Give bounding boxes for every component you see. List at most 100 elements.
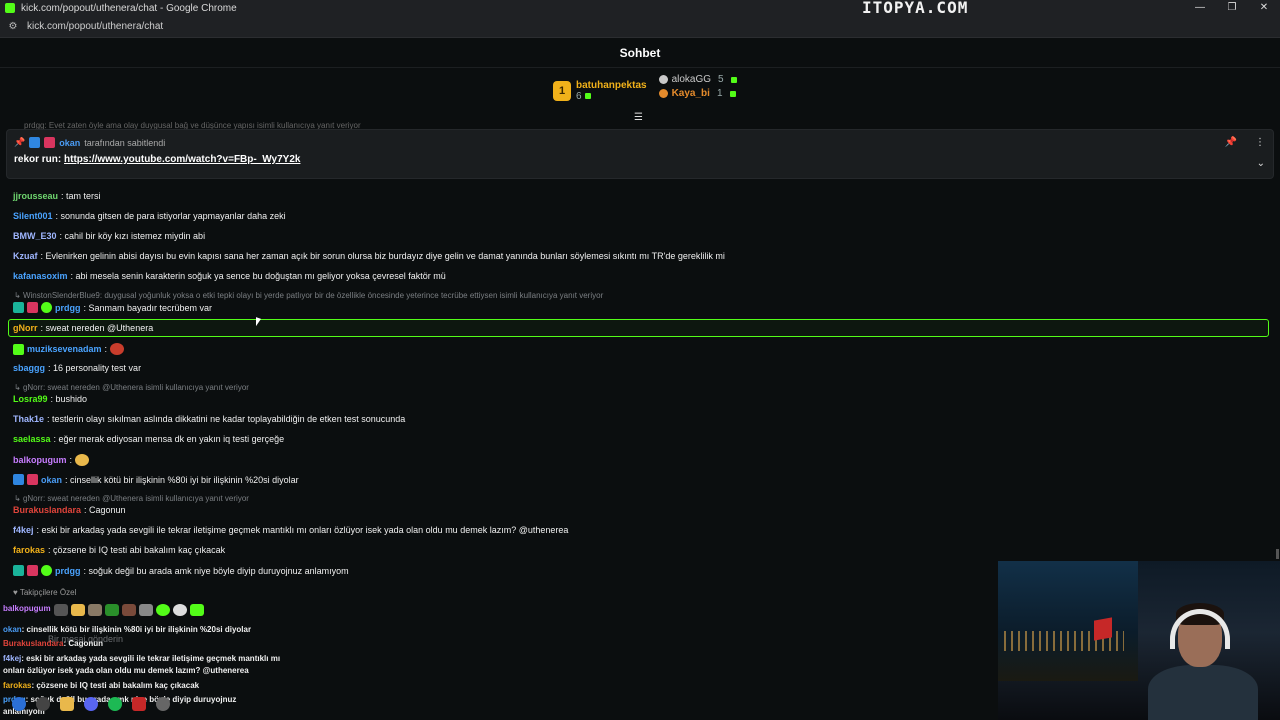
badge-icon bbox=[658, 75, 668, 84]
discord-icon[interactable] bbox=[84, 697, 98, 711]
emote-icon bbox=[138, 604, 153, 616]
chat-username[interactable]: Silent001 bbox=[13, 211, 53, 221]
chat-username[interactable]: Thak1e bbox=[13, 414, 44, 424]
chat-text: : 16 personality test var bbox=[48, 363, 142, 373]
sub-badge-icon bbox=[44, 137, 56, 148]
window-controls: — ❐ ✕ bbox=[1184, 0, 1280, 16]
app-icon[interactable] bbox=[12, 697, 26, 711]
chat-text: : eski bir arkadaş yada sevgili ile tekr… bbox=[36, 525, 569, 535]
chat-username[interactable]: prdgg bbox=[55, 303, 81, 313]
chat-text: : abi mesela senin karakterin soğuk ya s… bbox=[70, 271, 446, 281]
moderator-badge-icon bbox=[13, 474, 24, 485]
scrollbar[interactable] bbox=[1276, 549, 1279, 559]
more-vert-icon[interactable]: ⋮ bbox=[1255, 137, 1265, 148]
overlay-line: okan: cinsellik kötü bir ilişkinin %80i … bbox=[3, 625, 252, 634]
chat-username[interactable]: saelassa bbox=[13, 434, 51, 444]
emote-icon bbox=[53, 604, 68, 616]
chat-username[interactable]: sbaggg bbox=[13, 363, 45, 373]
url-text[interactable]: kick.com/popout/uthenera/chat bbox=[27, 21, 163, 32]
verified-badge-icon bbox=[13, 565, 24, 576]
chat-username[interactable]: kafanasoxim bbox=[13, 271, 68, 281]
chat-text: : cinsellik kötü bir ilişkinin %80i iyi … bbox=[65, 474, 299, 485]
chat-username[interactable]: BMW_E30 bbox=[13, 231, 57, 241]
chat-message: f4kej: eski bir arkadaş yada sevgili ile… bbox=[13, 525, 568, 535]
reply-icon: ↳ bbox=[14, 383, 23, 392]
pin-icon: 📌 bbox=[14, 137, 26, 147]
chat-username[interactable]: okan bbox=[41, 475, 62, 485]
chat-username[interactable]: farokas bbox=[13, 545, 45, 555]
chat-message: BMW_E30: cahil bir köy kızı istemez miyd… bbox=[13, 231, 205, 241]
sub-badge-icon bbox=[27, 474, 38, 485]
chat-message: Silent001: sonunda gitsen de para istiyo… bbox=[13, 211, 286, 221]
sub-badge-icon bbox=[27, 302, 38, 313]
chat-message: muziksevenadam: bbox=[13, 343, 125, 355]
app-icon[interactable] bbox=[156, 697, 170, 711]
site-settings-icon[interactable]: ⚙ bbox=[6, 21, 20, 32]
close-button[interactable]: ✕ bbox=[1248, 0, 1280, 16]
streamer-body bbox=[1148, 665, 1258, 720]
chat-message: Burakuslandara: Cagonun bbox=[13, 505, 126, 515]
overlay-line: f4kej: eski bir arkadaş yada sevgili ile… bbox=[3, 654, 281, 663]
pinned-text: rekor run: bbox=[14, 154, 65, 165]
gem-icon bbox=[729, 90, 736, 97]
chat-username[interactable]: prdgg bbox=[55, 566, 81, 576]
chat-username[interactable]: Losra99 bbox=[13, 394, 48, 404]
overlay-username: balkopugum bbox=[3, 604, 51, 613]
gift-badge-icon bbox=[41, 302, 52, 313]
unpin-icon[interactable]: 📌 bbox=[1225, 137, 1237, 148]
leaderboard-third[interactable]: Kaya_bi 1 bbox=[658, 88, 737, 99]
chat-username[interactable]: Kzuaf bbox=[13, 251, 38, 261]
chat-username[interactable]: jjrousseau bbox=[13, 191, 58, 201]
chat-message: Kzuaf: Evlenirken gelinin abisi dayısı b… bbox=[13, 251, 725, 261]
badge-icon bbox=[658, 89, 668, 98]
chat-message: okan: cinsellik kötü bir ilişkinin %80i … bbox=[13, 474, 299, 485]
chat-username[interactable]: Burakuslandara bbox=[13, 505, 81, 515]
sub-badge-icon bbox=[13, 343, 24, 355]
chat-message: jjrousseau: tam tersi bbox=[13, 191, 101, 201]
flag-icon bbox=[1094, 617, 1112, 641]
folder-icon[interactable] bbox=[60, 697, 74, 711]
chat-message: saelassa: eğer merak ediyosan mensa dk e… bbox=[13, 434, 284, 444]
app-icon[interactable] bbox=[36, 697, 50, 711]
leaderboard-second[interactable]: alokaGG 5 bbox=[658, 74, 737, 85]
pinned-by-label: tarafından sabitlendi bbox=[84, 137, 166, 148]
pinned-message: 📌 okan tarafından sabitlendi rekor run: … bbox=[6, 129, 1274, 179]
verified-badge-icon bbox=[13, 302, 24, 313]
minimize-button[interactable]: — bbox=[1184, 0, 1216, 16]
emote-icon bbox=[87, 604, 102, 616]
mention-highlight bbox=[8, 319, 1269, 337]
chat-username[interactable]: balkopugum bbox=[13, 455, 67, 465]
pinned-link[interactable]: https://www.youtube.com/watch?v=FBp-_Wy7… bbox=[64, 154, 300, 165]
reply-note: ↳ WinstonSlenderBlue9: duygusal yoğunluk… bbox=[14, 291, 604, 300]
chat-message: balkopugum: bbox=[13, 454, 90, 466]
spotify-icon[interactable] bbox=[108, 697, 122, 711]
chat-username[interactable]: f4kej bbox=[13, 525, 34, 535]
reply-note: ↳ gNorr: sweat nereden @Uthenera isimli … bbox=[14, 383, 249, 392]
taskbar-overlay bbox=[0, 692, 370, 716]
emote-icon bbox=[75, 454, 90, 466]
chevron-down-icon[interactable]: ⌄ bbox=[1257, 158, 1265, 169]
emote-icon bbox=[189, 604, 204, 616]
emote-icon bbox=[110, 343, 125, 355]
chat-text: : bbox=[104, 344, 108, 354]
emote-icon bbox=[121, 604, 136, 616]
emote-icon bbox=[172, 604, 187, 616]
overlay-line: onları özlüyor isek yada olan oldu mu de… bbox=[3, 666, 249, 675]
gem-icon bbox=[730, 76, 737, 83]
chat-text: : Evlenirken gelinin abisi dayısı bu evi… bbox=[40, 251, 725, 261]
restore-button[interactable]: ❐ bbox=[1216, 0, 1248, 16]
pinned-by-user[interactable]: okan bbox=[59, 138, 80, 148]
rank-medal-icon: 1 bbox=[553, 81, 571, 101]
collapse-icon[interactable]: ☰ bbox=[634, 112, 643, 123]
leaderboard-first[interactable]: 1 batuhanpektas 6 bbox=[553, 74, 647, 108]
chat-text: : Sanmam bayadır tecrübem var bbox=[83, 302, 213, 313]
gift-leaderboard: 1 batuhanpektas 6 alokaGG 5 Kaya_bi 1 bbox=[553, 74, 737, 108]
chat-username[interactable]: gNorr bbox=[13, 323, 38, 333]
chat-username[interactable]: muziksevenadam bbox=[27, 344, 102, 354]
chat-message: prdgg: Sanmam bayadır tecrübem var bbox=[13, 302, 212, 313]
overlay-line: farokas: çözsene bi IQ testi abi bakalım… bbox=[3, 681, 200, 690]
window-titlebar: kick.com/popout/uthenera/chat - Google C… bbox=[0, 0, 1280, 16]
address-bar[interactable]: ⚙ kick.com/popout/uthenera/chat bbox=[0, 16, 1280, 38]
app-icon[interactable] bbox=[132, 697, 146, 711]
leaderboard-third-name: Kaya_bi bbox=[671, 88, 710, 99]
